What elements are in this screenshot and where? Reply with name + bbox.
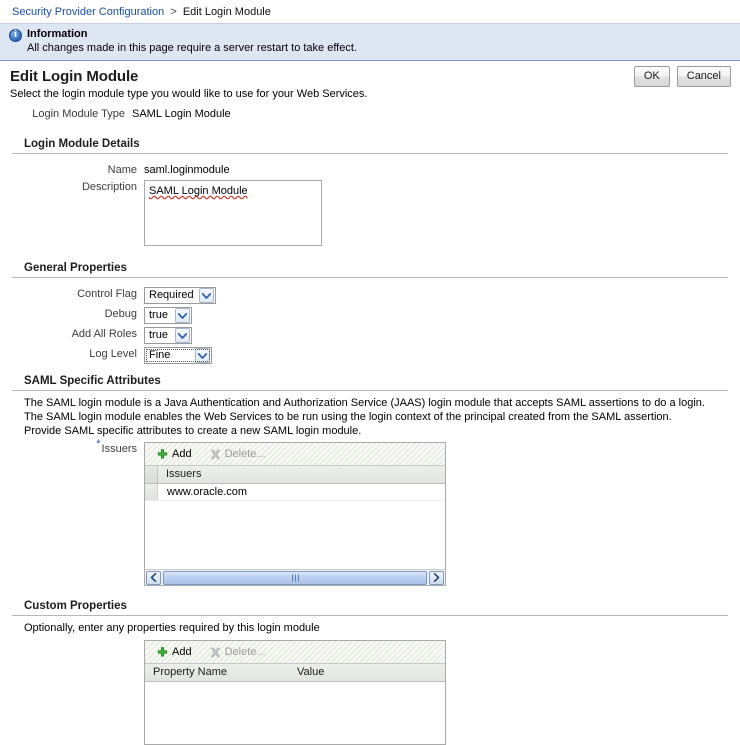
- chevron-left-icon: [150, 573, 157, 582]
- name-row: Name saml.loginmodule: [12, 163, 728, 178]
- issuers-add-button[interactable]: Add: [153, 447, 196, 461]
- information-bar-title: Information: [27, 28, 88, 40]
- description-text: SAML Login Module: [149, 185, 248, 197]
- issuers-column-header[interactable]: Issuers: [158, 466, 445, 483]
- saml-description-line: The SAML login module is a Java Authenti…: [24, 397, 705, 409]
- page-title: Edit Login Module: [10, 68, 139, 85]
- saml-specific-attributes-section: SAML Specific Attributes The SAML login …: [12, 375, 728, 586]
- information-bar: Information All changes made in this pag…: [0, 23, 740, 61]
- saml-description-line: The SAML login module enables the Web Se…: [24, 411, 672, 423]
- issuers-label: *Issuers: [12, 439, 144, 457]
- plus-icon: [157, 448, 168, 459]
- chevron-down-icon[interactable]: [195, 348, 210, 363]
- select-value: true: [149, 309, 168, 321]
- select-add-all-roles[interactable]: true: [144, 327, 192, 344]
- issuers-horizontal-scrollbar[interactable]: [145, 569, 445, 585]
- ok-button[interactable]: OK: [633, 66, 670, 87]
- general-property-label: Log Level: [89, 348, 137, 360]
- info-circle-icon: [9, 29, 22, 42]
- saml-description-line: Provide SAML specific attributes to crea…: [24, 425, 362, 437]
- scroll-right-button[interactable]: [429, 570, 444, 585]
- scrollbar-thumb[interactable]: [163, 570, 427, 585]
- custom-properties-table-header: Property Name Value: [145, 664, 445, 682]
- custom-properties-table-empty-area: [145, 682, 445, 744]
- description-textarea[interactable]: SAML Login Module: [144, 180, 322, 246]
- custom-properties-heading: Custom Properties: [12, 600, 728, 616]
- issuers-add-label: Add: [172, 448, 192, 460]
- chevron-down-icon[interactable]: [175, 308, 190, 323]
- row-select-cell[interactable]: [145, 484, 158, 500]
- table-row[interactable]: www.oracle.com: [145, 484, 445, 501]
- value-column-header[interactable]: Value: [293, 664, 445, 681]
- custom-properties-row: Add Delete... Property Name Value: [12, 640, 728, 745]
- general-property-row: Log Level Fine: [12, 347, 728, 364]
- saml-description: The SAML login module is a Java Authenti…: [12, 393, 728, 438]
- description-row: Description SAML Login Module: [12, 180, 728, 246]
- select-debug[interactable]: true: [144, 307, 192, 324]
- custom-properties-delete-button[interactable]: Delete...: [206, 645, 270, 659]
- page-action-buttons: OK Cancel: [633, 66, 731, 87]
- required-indicator: *: [96, 438, 101, 451]
- custom-properties-add-button[interactable]: Add: [153, 645, 196, 659]
- select-value: Required: [149, 289, 194, 301]
- row-select-column-header: [145, 466, 158, 483]
- breadcrumb: Security Provider Configuration > Edit L…: [0, 0, 740, 23]
- custom-properties-section: Custom Properties Optionally, enter any …: [12, 600, 728, 745]
- login-module-details-heading: Login Module Details: [12, 138, 728, 154]
- custom-properties-note: Optionally, enter any properties require…: [24, 622, 320, 634]
- login-module-type-row: Login Module Type SAML Login Module: [0, 107, 740, 122]
- issuers-table-panel: Add Delete... Issuers www.oracle.com: [144, 442, 446, 586]
- custom-properties-table-panel: Add Delete... Property Name Value: [144, 640, 446, 745]
- chevron-right-icon: [433, 573, 440, 582]
- breadcrumb-link-security-provider-configuration[interactable]: Security Provider Configuration: [12, 6, 164, 18]
- general-properties-heading: General Properties: [12, 262, 728, 278]
- breadcrumb-separator: >: [170, 6, 177, 18]
- general-property-label: Control Flag: [77, 288, 137, 300]
- scrollbar-track[interactable]: [163, 570, 427, 585]
- chevron-down-icon[interactable]: [199, 288, 214, 303]
- name-value: saml.loginmodule: [144, 164, 230, 176]
- login-module-type-value: SAML Login Module: [132, 108, 231, 120]
- issuers-table-empty-area: [145, 501, 445, 569]
- custom-properties-delete-label: Delete...: [224, 646, 266, 658]
- issuers-delete-button[interactable]: Delete...: [206, 447, 270, 461]
- issuers-table-body: www.oracle.com: [145, 484, 445, 501]
- select-control-flag[interactable]: Required: [144, 287, 216, 304]
- grip-icon: [291, 574, 299, 581]
- scroll-left-button[interactable]: [146, 570, 161, 585]
- general-property-row: Add All Roles true: [12, 327, 728, 344]
- issuers-table-header: Issuers: [145, 466, 445, 484]
- general-property-row: Debug true: [12, 307, 728, 324]
- select-value: Fine: [149, 349, 171, 361]
- select-value: true: [149, 329, 168, 341]
- custom-properties-toolbar: Add Delete...: [145, 641, 445, 664]
- custom-properties-add-label: Add: [172, 646, 192, 658]
- cancel-button[interactable]: Cancel: [676, 66, 731, 87]
- issuers-toolbar: Add Delete...: [145, 443, 445, 466]
- table-cell[interactable]: www.oracle.com: [158, 484, 445, 500]
- property-name-column-header[interactable]: Property Name: [145, 664, 293, 681]
- delete-x-icon: [210, 449, 220, 459]
- name-label: Name: [107, 164, 137, 176]
- login-module-details-section: Login Module Details Name saml.loginmodu…: [12, 138, 728, 246]
- information-bar-message: All changes made in this page require a …: [27, 42, 357, 54]
- issuers-row: *Issuers Add Delete... Issuers www.oracl…: [12, 439, 728, 586]
- general-properties-section: General Properties Control Flag Required D…: [12, 262, 728, 364]
- issuers-delete-label: Delete...: [224, 448, 266, 460]
- login-module-type-label: Login Module Type: [32, 108, 125, 120]
- delete-x-icon: [210, 647, 220, 657]
- select-log-level[interactable]: Fine: [144, 347, 212, 364]
- page-header: Edit Login Module OK Cancel: [0, 61, 740, 87]
- general-property-row: Control Flag Required: [12, 287, 728, 304]
- breadcrumb-current-page: Edit Login Module: [182, 6, 271, 18]
- description-label: Description: [81, 181, 137, 193]
- general-property-label: Debug: [104, 308, 137, 320]
- issuers-label-text: Issuers: [101, 443, 137, 455]
- plus-icon: [157, 646, 168, 657]
- saml-specific-attributes-heading: SAML Specific Attributes: [12, 375, 728, 391]
- page-subtitle: Select the login module type you would l…: [10, 88, 368, 100]
- general-property-label: Add All Roles: [71, 328, 137, 340]
- general-properties-fields: Control Flag Required Debug true Add All Rol…: [12, 278, 728, 364]
- chevron-down-icon[interactable]: [175, 328, 190, 343]
